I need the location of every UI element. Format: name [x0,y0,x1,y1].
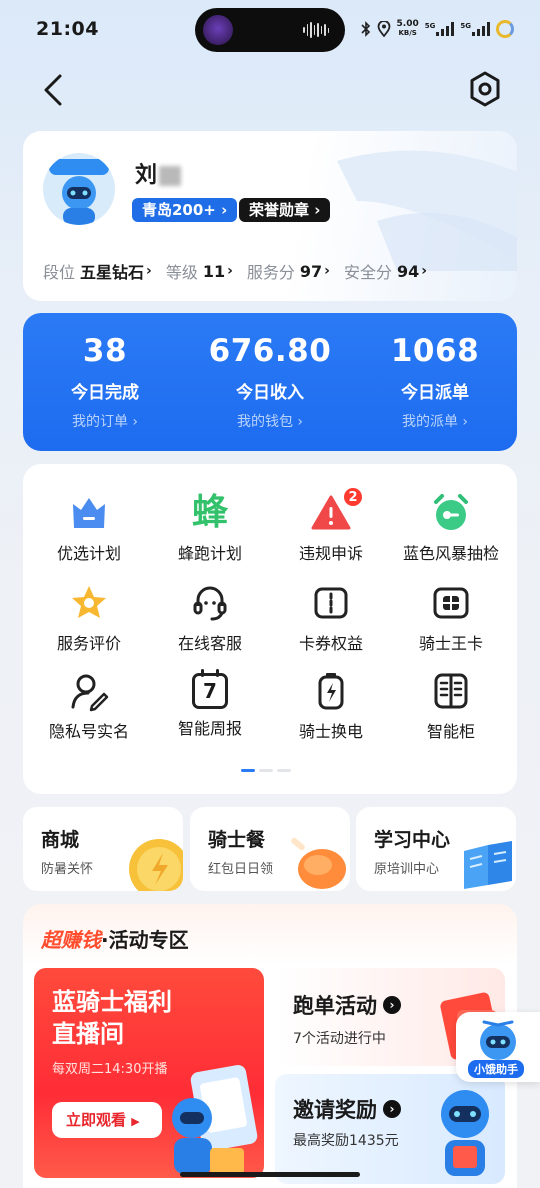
live-stream-banner[interactable]: 蓝骑士福利 直播间 每双周二14:30开播 立即观看 ▶ [34,968,264,1178]
clock: 21:04 [36,18,99,40]
income-amount: 676.80 [208,333,332,369]
income-label: 今日收入 [236,383,304,403]
assistant-label: 小饿助手 [468,1060,524,1078]
learning-center-subtitle: 原培训中心 [374,862,440,877]
completed-count: 38 [82,333,128,369]
coupon-icon [314,587,348,619]
avatar[interactable] [43,153,115,225]
back-icon[interactable] [38,72,70,108]
notification-badge: 2 [342,486,364,508]
robot-helper-icon [480,1020,516,1060]
stat-safety-score[interactable]: 安全分 94 › [344,259,427,283]
feature-grid: 优选计划 蜂 蜂跑计划 2 违规申诉 蓝色风暴抽检 服务评价 在线客服 卡券权益… [23,464,517,794]
my-dispatch-link[interactable]: 我的派单 › [353,411,517,431]
crown-icon [73,498,105,528]
rider-avatar-icon [49,159,109,225]
profile-card[interactable]: 刘 青岛200+ › 荣誉勋章 › 段位 五星钻石 › 等级 11 › 服务分 97 › 安… [23,131,517,301]
calendar-icon: 7 [192,669,228,709]
status-bar: 21:04 5.00 KB/S 5G 5G [0,0,540,58]
shop-card-learning-center[interactable]: 学习中心 原培训中心 [356,807,516,891]
dispatched-label: 今日派单 [401,383,469,403]
now-playing-avatar [203,15,233,45]
headset-icon [193,586,227,621]
user-name: 刘 [135,157,182,189]
pager-dot[interactable] [259,769,273,772]
grid-item-privacy-realname[interactable]: 隐私号实名 [27,670,151,742]
grid-item-coupons[interactable]: 卡券权益 [269,582,393,654]
stat-service-score[interactable]: 服务分 97 › [247,259,330,283]
coin-icon [129,839,183,891]
city-badge[interactable]: 青岛200+ › [132,198,238,222]
battery-ring-icon [496,20,514,38]
invite-reward-card[interactable]: 邀请奖励 › 最高奖励1435元 [275,1074,505,1184]
decorative-swoosh [337,150,517,271]
live-schedule: 每双周二14:30开播 [52,1062,168,1077]
pager-dot[interactable] [241,769,255,772]
signal-2-icon: 5G [460,22,490,36]
rider-mascot-illustration [172,1065,258,1174]
summary-completed[interactable]: 38 今日完成 我的订单 › [23,313,187,431]
chicken-leg-icon [291,837,346,889]
stat-level[interactable]: 等级 11 › [166,259,233,283]
summary-dispatched[interactable]: 1068 今日派单 我的派单 › [353,313,517,431]
grid-item-blue-storm-check[interactable]: 蓝色风暴抽检 [389,492,513,564]
learning-center-title: 学习中心 [374,829,451,851]
home-indicator[interactable] [180,1172,360,1177]
star-badge-icon [72,586,106,618]
settings-icon[interactable] [468,70,502,108]
shop-card-rider-meal[interactable]: 骑士餐 红包日日领 [190,807,350,891]
assistant-floating-button[interactable]: 小饿助手 [456,1012,540,1082]
grid-item-battery-swap[interactable]: 骑士换电 [269,670,393,742]
grid-item-smart-weekly[interactable]: 7 智能周报 [148,669,272,739]
grid-item-violation-appeal[interactable]: 2 违规申诉 [269,486,393,564]
system-icons: 5.00 KB/S 5G 5G [360,18,514,40]
grid-pager[interactable] [241,769,291,772]
grid-item-service-review[interactable]: 服务评价 [27,582,151,654]
pager-dot[interactable] [277,769,291,772]
stat-rank[interactable]: 段位 五星钻石 › [43,259,152,283]
mall-subtitle: 防暑关怀 [41,862,94,877]
summary-income[interactable]: 676.80 今日收入 我的钱包 › [188,313,352,431]
honor-badge[interactable]: 荣誉勋章 › [239,198,331,222]
my-wallet-link[interactable]: 我的钱包 › [188,411,352,431]
mascot-gift-illustration [441,1090,489,1176]
profile-stats: 段位 五星钻石 › 等级 11 › 服务分 97 › 安全分 94 › [43,259,427,283]
daily-summary: 38 今日完成 我的订单 › 676.80 今日收入 我的钱包 › 1068 今… [23,313,517,451]
grid-item-smart-locker[interactable]: 智能柜 [389,670,513,742]
bluetooth-icon [360,21,370,37]
mall-title: 商城 [41,829,80,851]
activity-zone: 超赚钱·活动专区 蓝骑士福利 直播间 每双周二14:30开播 立即观看 ▶ 跑单活… [23,904,517,1188]
battery-swap-icon [318,673,344,710]
rider-meal-title: 骑士餐 [208,829,266,851]
bee-icon: 蜂 [191,492,228,533]
shop-card-mall[interactable]: 商城 防暑关怀 [23,807,183,891]
activity-title: 超赚钱·活动专区 [41,928,189,952]
locker-icon [434,673,468,709]
watch-now-button[interactable]: 立即观看 ▶ [52,1102,162,1138]
completed-label: 今日完成 [71,383,139,403]
grid-item-rider-king-card[interactable]: 骑士王卡 [389,582,513,654]
book-icon [464,841,512,889]
dispatched-count: 1068 [390,333,480,369]
name-redaction [159,166,182,186]
grid-item-online-service[interactable]: 在线客服 [148,582,272,654]
net-speed: 5.00 KB/S [396,19,419,38]
grid-item-preferred-plan[interactable]: 优选计划 [27,492,151,564]
signal-1-icon: 5G [425,22,455,36]
audio-wave-icon [303,21,329,39]
sim-card-icon [433,587,469,619]
arrow-circle-icon: › [383,1100,401,1118]
dynamic-island[interactable] [195,8,345,52]
my-orders-link[interactable]: 我的订单 › [23,411,187,431]
grid-item-bee-plan[interactable]: 蜂 蜂跑计划 [148,492,272,564]
alarm-clock-icon [434,494,468,530]
rider-meal-subtitle: 红包日日领 [208,862,274,877]
location-icon [377,21,390,37]
live-title: 蓝骑士福利 直播间 [52,988,172,1048]
user-edit-icon [71,674,109,712]
arrow-circle-icon: › [383,996,401,1014]
